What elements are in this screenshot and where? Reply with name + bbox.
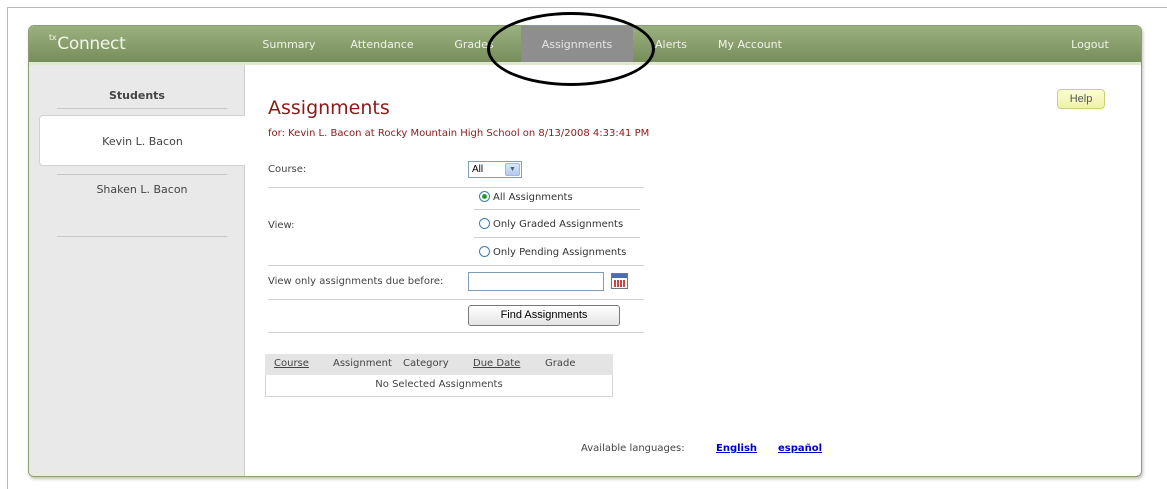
column-course[interactable]: Course <box>274 358 309 369</box>
page-title: Assignments <box>268 97 390 119</box>
languages-label: Available languages: <box>581 443 685 454</box>
form-divider <box>474 209 640 210</box>
screenshot-border-top <box>7 7 1167 8</box>
nav-attendance[interactable]: Attendance <box>341 26 423 62</box>
column-due-date[interactable]: Due Date <box>473 358 520 369</box>
column-category: Category <box>403 358 449 369</box>
app-logo: txConnect <box>49 33 126 54</box>
calendar-icon[interactable] <box>611 273 628 289</box>
radio-icon[interactable] <box>479 218 490 229</box>
language-spanish-link[interactable]: español <box>778 443 822 454</box>
sidebar-student-kevin[interactable]: Kevin L. Bacon <box>39 115 245 166</box>
form-divider <box>268 332 644 333</box>
view-option-graded[interactable]: Only Graded Assignments <box>479 218 623 230</box>
nav-assignments[interactable]: Assignments <box>521 26 633 62</box>
sidebar-divider <box>57 236 227 237</box>
language-english-link[interactable]: English <box>716 443 757 454</box>
view-option-all[interactable]: All Assignments <box>479 191 573 203</box>
form-divider <box>474 237 640 238</box>
nav-summary[interactable]: Summary <box>260 26 318 62</box>
table-header: Course Assignment Category Due Date Grad… <box>265 354 613 375</box>
view-label: View: <box>268 220 295 231</box>
chevron-down-icon[interactable]: ▼ <box>505 163 520 176</box>
sidebar-divider <box>57 108 227 109</box>
sidebar-student-shaken[interactable]: Shaken L. Bacon <box>39 179 245 203</box>
find-assignments-button[interactable]: Find Assignments <box>468 305 620 326</box>
main-content: Assignments for: Kevin L. Bacon at Rocky… <box>246 65 1141 476</box>
radio-checked-icon[interactable] <box>479 191 490 202</box>
nav-my-account[interactable]: My Account <box>709 26 791 62</box>
nav-alerts[interactable]: Alerts <box>647 26 695 62</box>
due-before-label: View only assignments due before: <box>268 276 444 287</box>
student-sidebar: Students Kevin L. Bacon Shaken L. Bacon <box>29 65 245 476</box>
course-select-value: All <box>472 164 484 175</box>
logout-link[interactable]: Logout <box>1061 26 1119 62</box>
form-divider <box>268 265 644 266</box>
form-divider <box>268 187 644 188</box>
page-subtitle: for: Kevin L. Bacon at Rocky Mountain Hi… <box>268 128 650 139</box>
sidebar-divider <box>57 174 227 175</box>
sidebar-title: Students <box>109 89 165 102</box>
due-before-input[interactable] <box>468 272 604 291</box>
column-assignment: Assignment <box>333 358 392 369</box>
form-divider <box>268 299 644 300</box>
help-button[interactable]: Help <box>1057 89 1105 109</box>
view-option-pending[interactable]: Only Pending Assignments <box>479 246 626 258</box>
course-label: Course: <box>268 164 307 175</box>
app-window: txConnect Summary Attendance Grades Assi… <box>28 25 1142 477</box>
top-navigation-bar: txConnect Summary Attendance Grades Assi… <box>29 26 1141 62</box>
radio-icon[interactable] <box>479 246 490 257</box>
column-grade: Grade <box>545 358 576 369</box>
table-empty-message: No Selected Assignments <box>265 375 613 397</box>
screenshot-border-left <box>7 7 8 489</box>
course-select[interactable]: All ▼ <box>468 161 522 178</box>
nav-grades[interactable]: Grades <box>445 26 503 62</box>
